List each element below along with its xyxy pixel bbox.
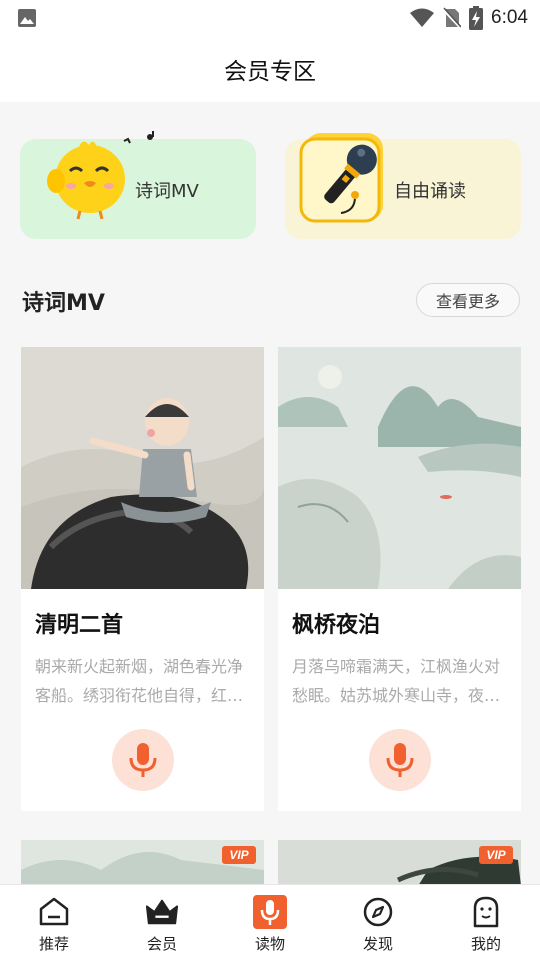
tab-member[interactable]: 会员 (108, 885, 216, 960)
crown-icon (145, 899, 179, 925)
view-more-label: 查看更多 (435, 292, 500, 311)
microphone-icon (299, 133, 383, 223)
status-bar: 6:04 (0, 0, 540, 36)
poem-card[interactable]: 清明二首 朝来新火起新烟，湖色春光净客船。绣羽衔花他自得，红… (21, 347, 264, 811)
tab-label: 我的 (470, 935, 501, 953)
microphone-icon (129, 743, 157, 777)
image-icon (18, 9, 36, 27)
tab-profile[interactable]: 我的 (432, 885, 540, 960)
tab-label: 会员 (146, 935, 177, 953)
page-title: 会员专区 (224, 59, 316, 85)
profile-icon (473, 896, 499, 928)
feature-tile-poem-mv[interactable]: 诗词MV (20, 131, 256, 239)
microphone-icon (253, 895, 287, 929)
section-header: 诗词MV 查看更多 (22, 283, 520, 319)
vip-badge: VIP (479, 846, 513, 864)
poem-excerpt: 朝来新火起新烟，湖色春光净客船。绣羽衔花他自得，红… (35, 657, 244, 705)
section-title: 诗词MV (22, 291, 105, 316)
poem-title: 清明二首 (35, 613, 124, 638)
tab-label: 发现 (362, 935, 393, 953)
feature-tile-free-reading[interactable]: 自由诵读 (285, 133, 521, 239)
bottom-tab-bar: 推荐 会员 读物 发现 我的 (0, 884, 540, 960)
clock: 6:04 (491, 7, 528, 28)
feature-label-poem-mv: 诗词MV (135, 181, 199, 202)
poem-card-partial[interactable]: VIP (21, 840, 264, 886)
tab-label: 读物 (254, 935, 285, 953)
microphone-icon (386, 743, 414, 777)
vip-badge: VIP (222, 846, 256, 864)
tab-recommend[interactable]: 推荐 (0, 885, 108, 960)
ink-painting-boy-on-buffalo (21, 347, 264, 589)
poem-excerpt: 月落乌啼霜满天，江枫渔火对愁眠。姑苏城外寒山寺，夜… (292, 657, 501, 705)
tab-reading[interactable]: 读物 (216, 885, 324, 960)
tab-label: 推荐 (38, 935, 69, 953)
poem-title: 枫桥夜泊 (292, 613, 381, 638)
record-button[interactable] (369, 729, 431, 791)
feature-label-free-reading: 自由诵读 (394, 181, 466, 202)
home-icon (39, 897, 69, 926)
poem-card[interactable]: 枫桥夜泊 月落乌啼霜满天，江枫渔火对愁眠。姑苏城外寒山寺，夜… (278, 347, 521, 811)
tab-discover[interactable]: 发现 (324, 885, 432, 960)
ink-painting-river-mountains (278, 347, 521, 589)
no-sim-icon (443, 7, 462, 29)
title-bar: 会员专区 (0, 36, 540, 102)
record-button[interactable] (112, 729, 174, 791)
view-more-button[interactable]: 查看更多 (416, 283, 520, 317)
compass-icon (363, 897, 393, 927)
wifi-icon (410, 8, 435, 27)
battery-charging-icon (469, 6, 484, 30)
poem-card-partial[interactable]: VIP (278, 840, 521, 886)
